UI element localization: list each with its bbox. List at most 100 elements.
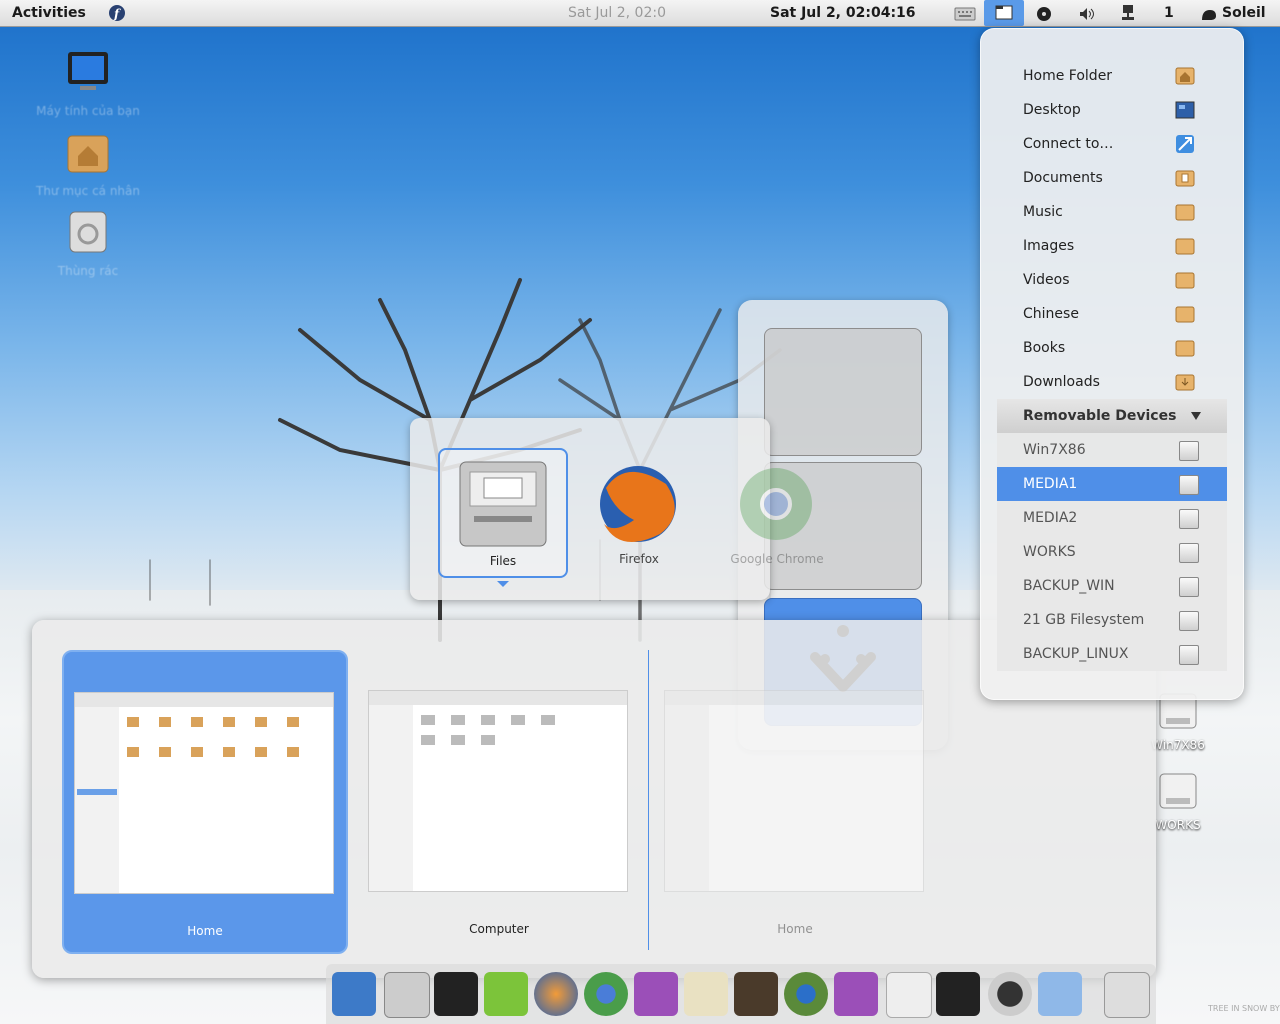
drive-icon xyxy=(1179,577,1199,597)
fedora-icon[interactable]: f xyxy=(108,4,126,22)
places-item-label: Connect to… xyxy=(1023,136,1114,152)
trash-icon[interactable] xyxy=(1104,972,1150,1018)
drive-icon xyxy=(1179,441,1199,461)
places-item-label: Videos xyxy=(1023,272,1070,288)
chrome-icon xyxy=(740,468,812,540)
home-folder-icon xyxy=(67,135,109,173)
media-player-icon[interactable] xyxy=(484,972,528,1016)
chrome-icon[interactable] xyxy=(584,972,628,1016)
chromium-icon[interactable] xyxy=(784,972,828,1016)
app-label: Google Chrome xyxy=(730,552,824,566)
folder-icon xyxy=(1175,340,1195,357)
app-label: Firefox xyxy=(619,552,659,566)
drive-icon xyxy=(1159,773,1197,809)
device-21gb-filesystem[interactable]: 21 GB Filesystem xyxy=(997,603,1227,637)
folder-icon xyxy=(1175,272,1195,289)
system-monitor-icon[interactable] xyxy=(734,972,778,1016)
device-backup-linux[interactable]: BACKUP_LINUX xyxy=(997,637,1227,671)
notepad-icon[interactable] xyxy=(886,972,932,1018)
user-menu[interactable]: Soleil xyxy=(1222,0,1266,26)
firefox-icon[interactable] xyxy=(534,972,578,1016)
places-item-label: Chinese xyxy=(1023,306,1079,322)
drive-icon[interactable] xyxy=(384,972,430,1018)
folder-documents-icon xyxy=(1175,170,1195,187)
places-item-connect[interactable]: Connect to… xyxy=(997,127,1227,161)
device-label: MEDIA2 xyxy=(1023,510,1078,526)
computer-icon xyxy=(68,52,108,90)
window-thumb-computer[interactable]: Computer xyxy=(358,650,640,950)
network-icon[interactable] xyxy=(1120,4,1136,30)
window-label: Computer xyxy=(469,922,529,936)
places-item-documents[interactable]: Documents xyxy=(997,161,1227,195)
anchor-icon[interactable] xyxy=(332,972,376,1016)
window-thumb-home[interactable]: Home xyxy=(62,650,348,954)
device-media2[interactable]: MEDIA2 xyxy=(997,501,1227,535)
camera-icon[interactable] xyxy=(988,972,1032,1016)
terminal-icon[interactable] xyxy=(434,972,478,1016)
text-editor-icon[interactable] xyxy=(684,972,728,1016)
places-item-books[interactable]: Books xyxy=(997,331,1227,365)
top-panel: Activities f Sat Jul 2, 02:0 Sat Jul 2, … xyxy=(0,0,1280,27)
places-item-label: Desktop xyxy=(1023,102,1081,118)
clock[interactable]: Sat Jul 2, 02:04:16 xyxy=(770,0,916,26)
desktop-computer[interactable]: Máy tính của bạn xyxy=(28,50,148,118)
places-item-label: Downloads xyxy=(1023,374,1100,390)
places-item-chinese[interactable]: Chinese xyxy=(997,297,1227,331)
drive-icon xyxy=(1179,645,1199,665)
window-preview xyxy=(664,690,924,892)
trash-icon xyxy=(69,211,107,253)
device-media1[interactable]: MEDIA1 xyxy=(997,467,1227,501)
device-win7x86[interactable]: Win7X86 xyxy=(997,433,1227,467)
empathy-icon[interactable] xyxy=(834,972,878,1016)
places-item-label: Images xyxy=(1023,238,1075,254)
spiral-icon[interactable] xyxy=(1038,972,1082,1016)
drive-icon xyxy=(1179,543,1199,563)
device-label: BACKUP_WIN xyxy=(1023,578,1115,594)
window-thumb-home-2[interactable]: Home xyxy=(654,650,936,950)
places-menu: Home Folder Desktop Connect to… Document… xyxy=(980,28,1244,700)
home-icon xyxy=(1175,67,1195,85)
window-label: Home xyxy=(777,922,813,936)
device-works[interactable]: WORKS xyxy=(997,535,1227,569)
app-files[interactable]: Files xyxy=(438,448,568,587)
places-item-label: Home Folder xyxy=(1023,68,1113,84)
desktop-home[interactable]: Thư mục cá nhân xyxy=(28,130,148,198)
device-backup-win[interactable]: BACKUP_WIN xyxy=(997,569,1227,603)
desktop-icon-label: Thư mục cá nhân xyxy=(36,184,140,198)
places-item-images[interactable]: Images xyxy=(997,229,1227,263)
wallpaper-watermark: TREE IN SNOW BY xyxy=(1208,1004,1280,1013)
app-label: Files xyxy=(489,554,517,568)
places-item-desktop[interactable]: Desktop xyxy=(997,93,1227,127)
desktop-trash[interactable]: Thùng rác xyxy=(28,210,148,278)
desktop-icon-label: Thùng rác xyxy=(57,264,119,278)
places-item-music[interactable]: Music xyxy=(997,195,1227,229)
folder-icon xyxy=(1175,238,1195,255)
folder-downloads-icon xyxy=(1175,374,1195,391)
places-button[interactable] xyxy=(984,0,1024,26)
device-label: Win7X86 xyxy=(1023,442,1086,458)
workspace-thumb[interactable] xyxy=(764,328,922,456)
activities-button[interactable]: Activities xyxy=(12,0,86,26)
activity-monitor-icon[interactable] xyxy=(936,972,980,1016)
removable-devices-header[interactable]: Removable Devices xyxy=(997,399,1227,433)
keyboard-icon[interactable] xyxy=(954,5,976,21)
places-item-videos[interactable]: Videos xyxy=(997,263,1227,297)
files-cabinet-icon xyxy=(459,461,547,547)
separator xyxy=(648,650,649,950)
workspace-count[interactable]: 1 xyxy=(1164,0,1174,26)
app-chrome[interactable]: Google Chrome xyxy=(714,448,840,574)
app-firefox[interactable]: Firefox xyxy=(576,448,702,574)
desktop-icon xyxy=(1175,101,1195,119)
device-label: MEDIA1 xyxy=(1023,476,1078,492)
places-item-label: Music xyxy=(1023,204,1063,220)
window-label: Home xyxy=(187,924,223,938)
firefox-icon xyxy=(600,466,676,542)
removable-devices-label: Removable Devices xyxy=(1023,408,1177,424)
folder-icon xyxy=(1175,204,1195,221)
drive-icon xyxy=(1179,611,1199,631)
places-item-downloads[interactable]: Downloads xyxy=(997,365,1227,399)
desktop-icon-label: Máy tính của bạn xyxy=(36,104,140,118)
places-item-home-folder[interactable]: Home Folder xyxy=(997,59,1227,93)
chat-icon[interactable] xyxy=(634,972,678,1016)
drive-icon xyxy=(1179,509,1199,529)
